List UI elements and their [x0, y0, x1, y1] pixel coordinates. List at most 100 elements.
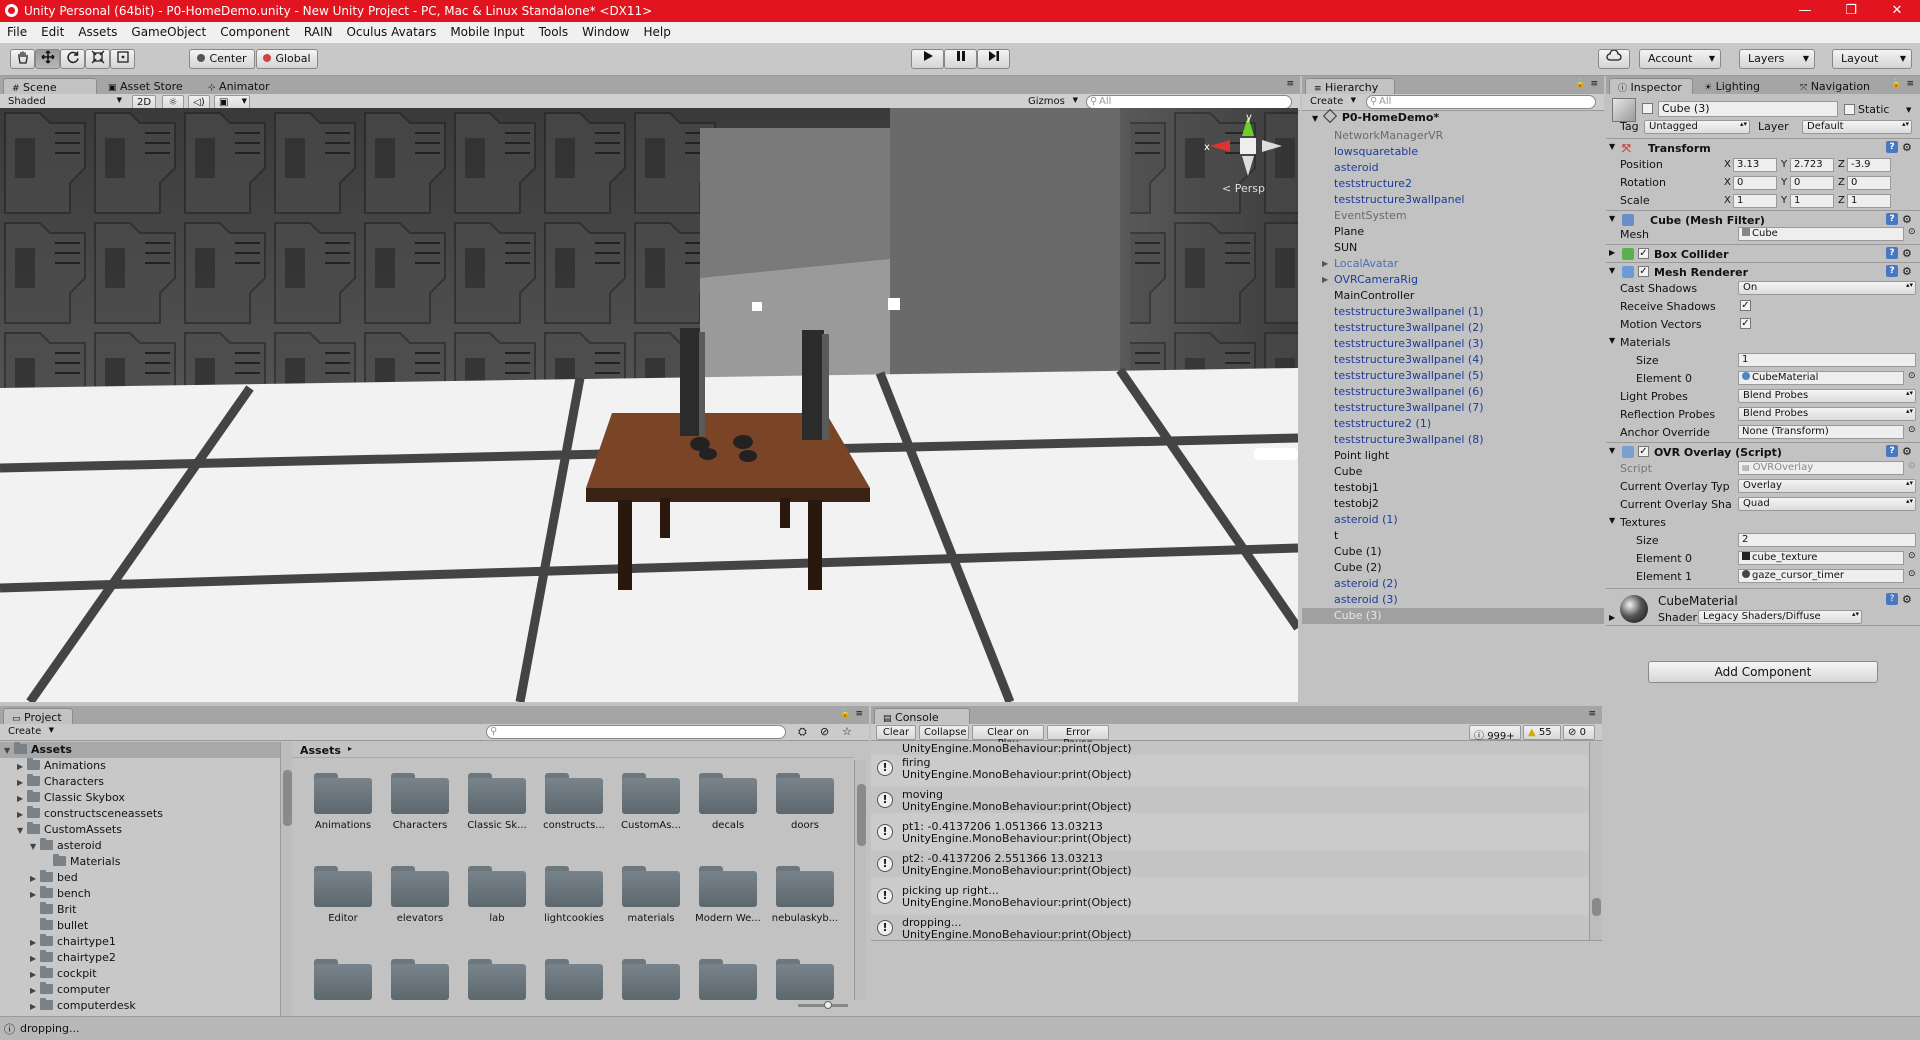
- tag-dropdown[interactable]: Untagged: [1644, 120, 1750, 134]
- menu-help[interactable]: Help: [636, 22, 677, 39]
- info-count-toggle[interactable]: ⓘ 999+: [1469, 725, 1521, 742]
- box-collider-header[interactable]: ▶ ✓ Box Collider ? ⚙: [1606, 244, 1920, 262]
- pause-button[interactable]: [944, 49, 977, 69]
- asset-folder-icon[interactable]: [391, 956, 449, 1000]
- gear-icon[interactable]: ⚙: [1902, 141, 1912, 154]
- project-tree-item[interactable]: ▼ asteroid: [0, 838, 280, 854]
- console-error-pause-button[interactable]: Error Pause: [1047, 725, 1109, 749]
- layer-dropdown[interactable]: Default: [1802, 120, 1912, 134]
- asset-folder-icon[interactable]: [545, 770, 603, 814]
- project-tree-item[interactable]: ▶ cockpit: [0, 966, 280, 982]
- account-dropdown[interactable]: Account ▼: [1639, 49, 1721, 69]
- active-checkbox[interactable]: [1642, 103, 1653, 114]
- tab-scene[interactable]: # Scene: [3, 78, 97, 94]
- hierarchy-item[interactable]: asteroid (3): [1302, 592, 1604, 608]
- hierarchy-item[interactable]: lowsquaretable: [1302, 144, 1604, 160]
- warning-count-toggle[interactable]: ▲ 55: [1523, 725, 1561, 740]
- maximize-button[interactable]: ❐: [1828, 0, 1874, 22]
- panel-menu-icon[interactable]: ≡: [1286, 79, 1294, 89]
- transform-position-z-field[interactable]: -3.9: [1847, 158, 1891, 172]
- hierarchy-item[interactable]: EventSystem: [1302, 208, 1604, 224]
- materials-size-field[interactable]: 1: [1738, 353, 1916, 367]
- step-button[interactable]: [977, 49, 1010, 69]
- console-entry[interactable]: ! moving UnityEngine.MonoBehaviour:print(O…: [871, 787, 1589, 813]
- overlay-type-dropdown[interactable]: Overlay: [1738, 479, 1916, 493]
- collapsed-arrow-icon[interactable]: ▶: [1322, 256, 1328, 272]
- tab-lighting[interactable]: ☀ Lighting: [1696, 78, 1776, 94]
- object-picker-icon[interactable]: ⊙: [1908, 551, 1916, 561]
- collapsed-arrow-icon[interactable]: ▶: [17, 775, 27, 791]
- mesh-field[interactable]: Cube: [1738, 227, 1904, 241]
- mesh-renderer-enabled-checkbox[interactable]: ✓: [1638, 266, 1649, 277]
- console-scrollbar[interactable]: [1589, 742, 1602, 940]
- error-count-toggle[interactable]: ⊘ 0: [1563, 725, 1595, 740]
- console-clear-on-play-button[interactable]: Clear on Play: [972, 725, 1044, 749]
- collapsed-arrow-icon[interactable]: ▶: [30, 999, 40, 1015]
- expanded-arrow-icon[interactable]: ▼: [30, 839, 40, 855]
- asset-folder-icon[interactable]: [699, 956, 757, 1000]
- console-entry[interactable]: ! picking up right... UnityEngine.MonoBeha…: [871, 883, 1589, 909]
- gear-icon[interactable]: ⚙: [1902, 265, 1912, 278]
- lock-icon[interactable]: 🔒: [1891, 79, 1902, 89]
- expanded-arrow-icon[interactable]: ▼: [1609, 336, 1615, 345]
- asset-folder-icon[interactable]: [776, 770, 834, 814]
- close-button[interactable]: ✕: [1874, 0, 1920, 22]
- tree-scrollbar[interactable]: [280, 742, 292, 1016]
- hierarchy-item[interactable]: asteroid: [1302, 160, 1604, 176]
- asset-folder-icon[interactable]: [699, 770, 757, 814]
- expanded-arrow-icon[interactable]: ▼: [4, 743, 14, 759]
- transform-scale-y-field[interactable]: 1: [1790, 194, 1834, 208]
- box-collider-enabled-checkbox[interactable]: ✓: [1638, 248, 1649, 259]
- asset-folder-icon[interactable]: [776, 863, 834, 907]
- hierarchy-item[interactable]: teststructure2 (1): [1302, 416, 1604, 432]
- hierarchy-search-input[interactable]: ⚲ All: [1366, 95, 1596, 109]
- collab-cloud-button[interactable]: [1598, 49, 1630, 69]
- object-picker-icon[interactable]: ⊙: [1908, 371, 1916, 381]
- receive-shadows-checkbox[interactable]: ✓: [1740, 300, 1751, 311]
- asset-folder-icon[interactable]: [468, 863, 526, 907]
- console-collapse-button[interactable]: Collapse: [919, 725, 969, 740]
- hierarchy-item[interactable]: t: [1302, 528, 1604, 544]
- hierarchy-item[interactable]: MainController: [1302, 288, 1604, 304]
- project-search-input[interactable]: ⚲: [486, 725, 786, 739]
- hierarchy-item[interactable]: Point light: [1302, 448, 1604, 464]
- hierarchy-item[interactable]: teststructure3wallpanel (8): [1302, 432, 1604, 448]
- project-tree-item[interactable]: ▶ bench: [0, 886, 280, 902]
- menu-window[interactable]: Window: [575, 22, 636, 39]
- collapsed-arrow-icon[interactable]: ▶: [17, 759, 27, 775]
- hand-tool-button[interactable]: [10, 49, 35, 69]
- hierarchy-item[interactable]: teststructure2: [1302, 176, 1604, 192]
- collapsed-arrow-icon[interactable]: ▶: [30, 951, 40, 967]
- gear-icon[interactable]: ⚙: [1902, 213, 1912, 226]
- asset-folder-icon[interactable]: [314, 770, 372, 814]
- console-entry[interactable]: ! dropping... UnityEngine.MonoBehaviour:pr…: [871, 915, 1589, 940]
- asset-folder-icon[interactable]: [622, 770, 680, 814]
- hierarchy-item[interactable]: Cube (3): [1302, 608, 1604, 624]
- lock-icon[interactable]: 🔒: [840, 709, 851, 719]
- tab-project[interactable]: ▭ Project: [3, 708, 73, 724]
- transform-position-x-field[interactable]: 3.13: [1733, 158, 1777, 172]
- asset-folder-icon[interactable]: [314, 863, 372, 907]
- menu-edit[interactable]: Edit: [34, 22, 71, 39]
- object-name-field[interactable]: Cube (3): [1658, 101, 1838, 117]
- favorite-star-icon[interactable]: ☆: [842, 725, 852, 738]
- gear-icon[interactable]: ⚙: [1902, 445, 1912, 458]
- texture-element1-field[interactable]: gaze_cursor_timer: [1738, 569, 1904, 583]
- asset-folder-icon[interactable]: [776, 956, 834, 1000]
- cast-shadows-dropdown[interactable]: On: [1738, 281, 1916, 295]
- collapsed-arrow-icon[interactable]: ▶: [30, 935, 40, 951]
- tab-asset-store[interactable]: ▣ Asset Store: [100, 78, 195, 94]
- layout-dropdown[interactable]: Layout ▼: [1832, 49, 1912, 69]
- project-tree-item[interactable]: Materials: [0, 854, 280, 870]
- breadcrumb-assets[interactable]: Assets: [300, 744, 341, 757]
- hierarchy-item[interactable]: Cube (2): [1302, 560, 1604, 576]
- panel-menu-icon[interactable]: ≡: [1588, 709, 1596, 719]
- object-picker-icon[interactable]: ⊙: [1908, 569, 1916, 579]
- project-tree-item[interactable]: Brit: [0, 902, 280, 918]
- filter-by-label-icon[interactable]: ⊘: [820, 725, 829, 738]
- menu-gameobject[interactable]: GameObject: [124, 22, 213, 39]
- anchor-override-field[interactable]: None (Transform): [1738, 425, 1904, 439]
- scene-viewport[interactable]: y x < Persp: [0, 108, 1298, 702]
- texture-element0-field[interactable]: cube_texture: [1738, 551, 1904, 565]
- ovr-overlay-header[interactable]: ▼ ✓ OVR Overlay (Script) ? ⚙: [1606, 442, 1920, 460]
